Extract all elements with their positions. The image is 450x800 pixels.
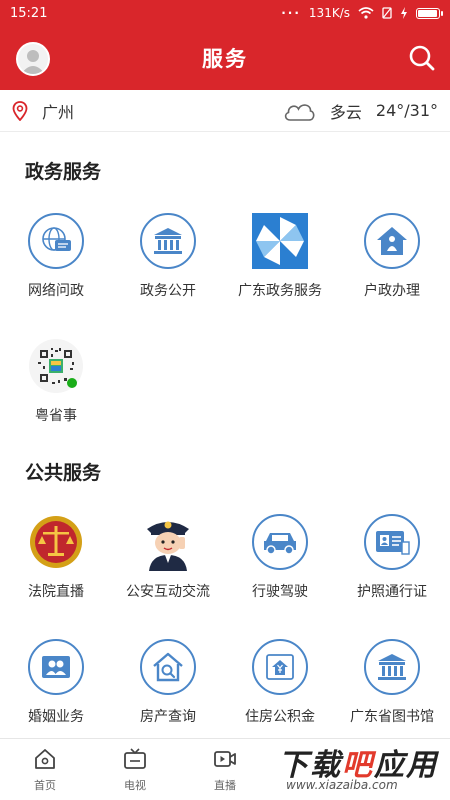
watermark-url: www.xiazaiba.com bbox=[286, 778, 398, 792]
network-speed: 131K/s bbox=[308, 6, 350, 20]
page-title: 服务 bbox=[202, 47, 248, 71]
tile-label: 政务公开 bbox=[140, 283, 196, 299]
tile-gov-disclosure[interactable]: 政务公开 bbox=[112, 212, 224, 300]
tile-yue-sheng-shi[interactable]: 粤省事 bbox=[0, 337, 112, 425]
nav-label: 直播 bbox=[214, 779, 236, 792]
qr-code-icon bbox=[29, 339, 83, 393]
temperature-range: 24°/31° bbox=[375, 101, 438, 120]
nav-tv[interactable]: 电视 bbox=[90, 739, 180, 800]
nav-home[interactable]: 首页 bbox=[0, 739, 90, 800]
tile-label: 粤省事 bbox=[35, 408, 77, 424]
no-sim-icon bbox=[382, 7, 392, 19]
court-emblem-icon bbox=[30, 516, 82, 568]
tile-driving[interactable]: 行驶驾驶 bbox=[224, 513, 336, 601]
cloudy-icon bbox=[284, 103, 315, 121]
tile-label: 行驶驾驶 bbox=[252, 584, 308, 600]
weather-condition: 多云 bbox=[329, 102, 362, 122]
watermark: 下载吧应用 www.xiazaiba.com bbox=[270, 740, 448, 798]
nav-live[interactable]: 直播 bbox=[180, 739, 270, 800]
tile-label: 法院直播 bbox=[28, 584, 84, 600]
tile-passport-permit[interactable]: 护照通行证 bbox=[336, 513, 448, 601]
tile-label: 护照通行证 bbox=[357, 584, 427, 600]
charging-icon bbox=[401, 7, 407, 19]
tv-icon bbox=[124, 748, 146, 769]
tile-label: 房产查询 bbox=[140, 709, 196, 725]
tile-household-affairs[interactable]: 户政办理 bbox=[336, 212, 448, 300]
wifi-icon bbox=[358, 7, 374, 19]
battery-icon bbox=[416, 7, 443, 19]
government-building-icon bbox=[140, 213, 196, 269]
tile-label: 户政办理 bbox=[364, 283, 420, 299]
tile-label: 婚姻业务 bbox=[28, 709, 84, 725]
location-weather-bar: 广州 多云 24°/31° bbox=[0, 90, 450, 132]
tile-housing-fund[interactable]: 住房公积金 bbox=[224, 638, 336, 726]
tile-online-inquiry[interactable]: 网络问政 bbox=[0, 212, 112, 300]
tile-label: 公安互动交流 bbox=[126, 584, 210, 600]
household-house-icon bbox=[364, 213, 420, 269]
city-name[interactable]: 广州 bbox=[42, 99, 74, 123]
house-search-icon bbox=[140, 639, 196, 695]
housing-fund-icon bbox=[252, 639, 308, 695]
tile-marriage[interactable]: 婚姻业务 bbox=[0, 638, 112, 726]
chat-globe-icon bbox=[28, 213, 84, 269]
tile-guangdong-library[interactable]: 广东省图书馆 bbox=[336, 638, 448, 726]
weather-info: 多云 24°/31° bbox=[282, 99, 438, 123]
tile-label: 广东政务服务 bbox=[238, 283, 322, 299]
status-bar: 15:21 ··· 131K/s bbox=[0, 0, 450, 26]
nav-label: 首页 bbox=[34, 779, 56, 792]
section-title-public: 公共服务 bbox=[25, 462, 102, 484]
avatar[interactable] bbox=[16, 42, 50, 76]
tile-police-interaction[interactable]: 公安互动交流 bbox=[112, 513, 224, 601]
nav-label: 电视 bbox=[124, 779, 146, 792]
location-pin-icon bbox=[12, 100, 28, 121]
pinwheel-logo-icon bbox=[252, 213, 308, 269]
tile-property-query[interactable]: 房产查询 bbox=[112, 638, 224, 726]
notification-dots: ··· bbox=[281, 6, 301, 20]
passport-card-icon bbox=[364, 514, 420, 570]
section-title-gov: 政务服务 bbox=[25, 161, 102, 183]
couple-photo-icon bbox=[28, 639, 84, 695]
search-icon[interactable] bbox=[408, 44, 436, 72]
car-icon bbox=[252, 514, 308, 570]
tile-guangdong-gov-service[interactable]: 广东政务服务 bbox=[224, 212, 336, 300]
status-time: 15:21 bbox=[10, 5, 48, 21]
library-building-icon bbox=[364, 639, 420, 695]
user-avatar-icon bbox=[21, 50, 45, 74]
live-video-icon bbox=[214, 751, 236, 767]
tile-label: 网络问政 bbox=[28, 283, 84, 299]
tile-court-live[interactable]: 法院直播 bbox=[0, 513, 112, 601]
tile-label: 住房公积金 bbox=[245, 709, 315, 725]
status-icons: ··· 131K/s bbox=[281, 6, 443, 20]
app-header: 服务 bbox=[0, 26, 450, 90]
home-icon bbox=[35, 749, 55, 769]
police-officer-icon bbox=[147, 521, 189, 571]
tile-label: 广东省图书馆 bbox=[350, 709, 434, 725]
